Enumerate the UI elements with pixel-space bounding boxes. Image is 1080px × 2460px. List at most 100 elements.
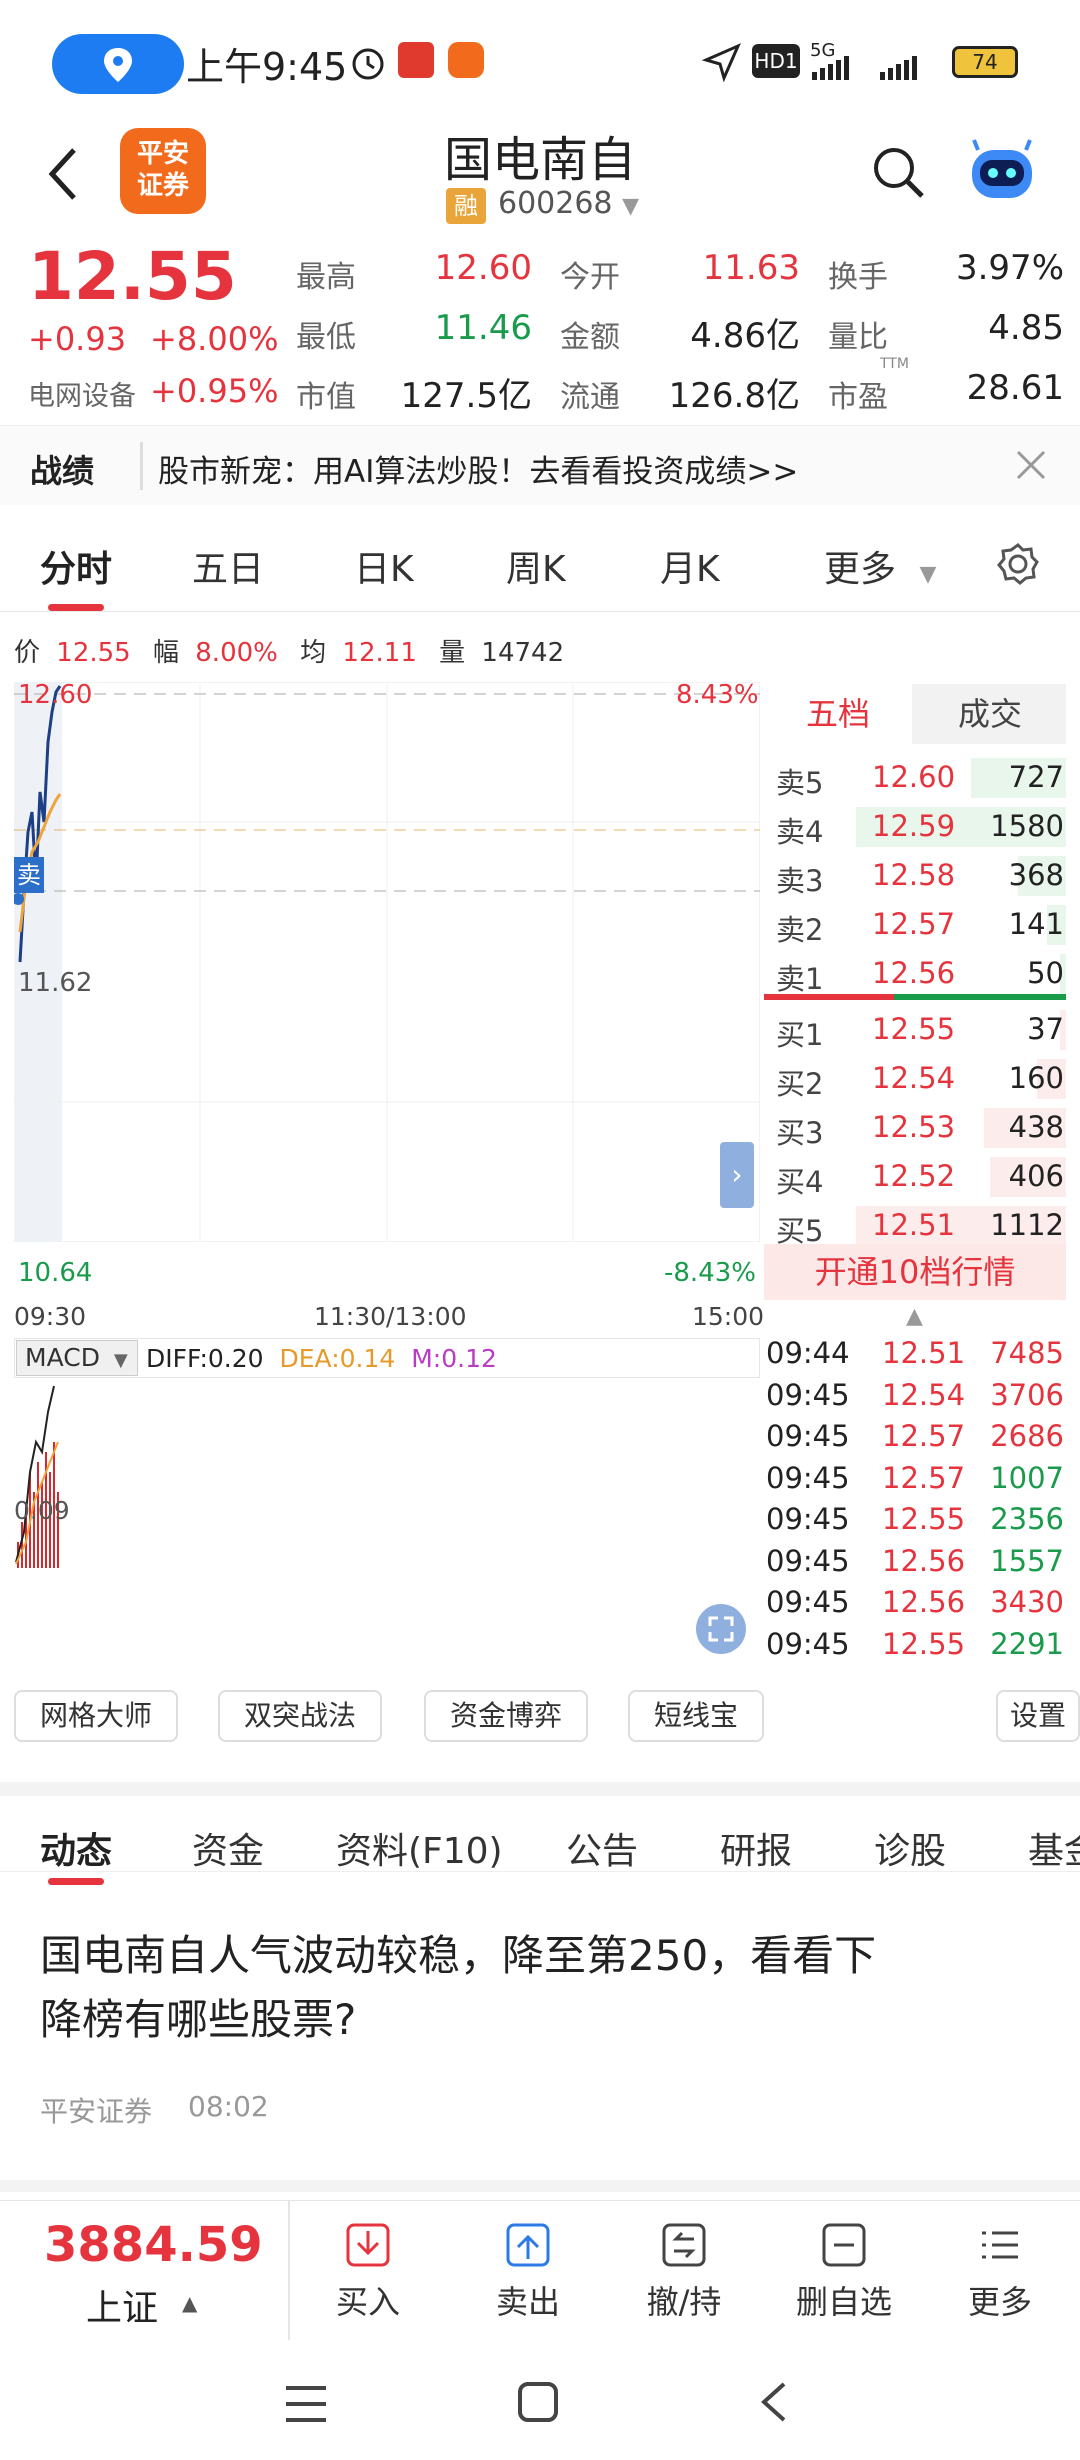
macd-chart[interactable] — [14, 1382, 760, 1572]
trade-volume: 7485 — [990, 1336, 1064, 1370]
ai-robot-icon[interactable] — [964, 134, 1040, 210]
level-label: 买3 — [776, 1116, 824, 1150]
tool-settings[interactable]: 设置 — [996, 1690, 1080, 1742]
index-name[interactable]: 上证 — [86, 2279, 158, 2331]
sector-link[interactable]: 电网设备 — [28, 374, 136, 413]
bid-row[interactable]: 买2 12.54 160 — [764, 1055, 1066, 1103]
tab-f10[interactable]: 资料(F10) — [336, 1822, 503, 1874]
quote-field-label: 最高 — [296, 260, 356, 295]
buy-button[interactable]: 买入 — [308, 2219, 428, 2323]
tab-more-label: 更多 — [824, 549, 897, 590]
tab-weekly-k[interactable]: 周K — [506, 540, 566, 592]
index-value[interactable]: 3884.59 — [44, 2217, 263, 2273]
level-label: 卖1 — [776, 962, 824, 996]
ask-row[interactable]: 卖2 12.57 141 — [764, 901, 1066, 949]
tool-grid-master[interactable]: 网格大师 — [14, 1690, 178, 1742]
ask-row[interactable]: 卖5 12.60 727 — [764, 754, 1066, 802]
promo-banner[interactable]: 战绩 股市新宠：用AI算法炒股！去看看投资成绩>> — [0, 425, 1080, 505]
level-label: 买4 — [776, 1165, 824, 1199]
remove-watchlist-button[interactable]: 删自选 — [784, 2219, 904, 2323]
level-volume: 406 — [1008, 1159, 1064, 1193]
location-pill[interactable] — [52, 34, 184, 94]
trade-volume: 1557 — [990, 1543, 1064, 1578]
level-price: 12.60 — [872, 760, 956, 794]
sector-change: +0.95% — [150, 372, 279, 410]
expand-panel-button[interactable]: › — [720, 1142, 754, 1208]
trade-price: 12.55 — [882, 1626, 966, 1661]
ask-row[interactable]: 卖3 12.58 368 — [764, 852, 1066, 900]
tab-more[interactable]: 更多 ▼ — [824, 540, 936, 592]
tab-fund[interactable]: 基金 — [1028, 1822, 1080, 1874]
info-range-label: 幅 — [152, 638, 179, 668]
tab-announcements[interactable]: 公告 — [566, 1822, 638, 1874]
system-nav-bar — [0, 2340, 1080, 2460]
tab-research[interactable]: 研报 — [720, 1822, 792, 1874]
info-vol-label: 量 — [439, 638, 466, 668]
tab-intraday[interactable]: 分时 — [40, 540, 112, 592]
tool-double-breakout[interactable]: 双突战法 — [218, 1690, 382, 1742]
intraday-chart[interactable]: 卖 — [14, 682, 760, 1242]
section-divider — [0, 2180, 1080, 2192]
trade-time: 09:45 — [766, 1460, 850, 1495]
ask-row[interactable]: 卖1 12.56 50 — [764, 950, 1066, 998]
bid-row[interactable]: 买5 12.51 1112 — [764, 1202, 1066, 1250]
tab-order-book[interactable]: 五档 — [764, 684, 912, 744]
news-time: 08:02 — [188, 2090, 269, 2123]
trade-row: 09:45 12.55 2356 — [764, 1502, 1066, 1542]
trade-time: 09:45 — [766, 1419, 850, 1453]
trade-volume: 2686 — [990, 1419, 1064, 1453]
info-range: 8.00% — [195, 638, 278, 668]
news-item[interactable]: 国电南自人气波动较稳，降至第250，看看下 降榜有哪些股票? — [40, 1924, 1040, 2052]
trade-row: 09:45 12.56 3430 — [764, 1585, 1066, 1625]
macd-selector[interactable]: MACD ▼ — [16, 1340, 138, 1376]
tool-fund-game[interactable]: 资金博弈 — [424, 1690, 588, 1742]
fullscreen-button[interactable] — [696, 1604, 746, 1654]
quote-field-value: 3.97% — [955, 248, 1064, 288]
menu-icon[interactable] — [284, 2384, 328, 2424]
level-price: 12.57 — [872, 907, 956, 941]
home-icon[interactable] — [516, 2380, 560, 2424]
quote-field-label: 量比 — [828, 320, 888, 355]
level-price: 12.59 — [872, 809, 956, 843]
trade-row: 09:44 12.51 7485 — [764, 1336, 1066, 1376]
tab-five-day[interactable]: 五日 — [192, 540, 264, 592]
nav-back-icon[interactable] — [756, 2380, 790, 2424]
banner-divider — [140, 442, 143, 490]
stock-code-dropdown[interactable]: 600268 ▼ — [498, 186, 639, 221]
upgrade-level10-button[interactable]: 开通10档行情 — [764, 1244, 1066, 1300]
intraday-info: 价 12.55 幅 8.00% 均 12.11 量 14742 — [14, 632, 564, 669]
bid-row[interactable]: 买3 12.53 438 — [764, 1104, 1066, 1152]
search-icon[interactable] — [868, 142, 928, 202]
tab-daily-k[interactable]: 日K — [354, 540, 414, 592]
news-tabs: 动态 资金 资料(F10) 公告 研报 诊股 基金 — [0, 1782, 1080, 1885]
more-menu-button[interactable]: 更多 — [940, 2219, 1060, 2323]
ask-row[interactable]: 卖4 12.59 1580 — [764, 803, 1066, 851]
x-axis-mid: 11:30/13:00 — [314, 1302, 467, 1331]
buy-icon — [346, 2223, 390, 2267]
level-volume: 141 — [1008, 907, 1064, 941]
tab-trades[interactable]: 成交 — [914, 684, 1066, 744]
gear-icon[interactable] — [996, 542, 1040, 586]
bid-row[interactable]: 买1 12.55 37 — [764, 1006, 1066, 1054]
tab-news[interactable]: 动态 — [40, 1822, 112, 1874]
cancel-hold-button[interactable]: 撤/持 — [624, 2219, 744, 2323]
caret-up-icon[interactable]: ▲ — [182, 2291, 197, 2315]
fullscreen-icon — [708, 1616, 734, 1642]
level-volume: 37 — [1027, 1012, 1064, 1046]
remove-watchlist-label: 删自选 — [795, 2283, 892, 2321]
tab-diagnosis[interactable]: 诊股 — [874, 1822, 946, 1874]
tool-short-term[interactable]: 短线宝 — [628, 1690, 764, 1742]
location-pin-icon — [104, 48, 132, 82]
sell-button[interactable]: 卖出 — [468, 2219, 588, 2323]
quote-field-value: 28.61 — [966, 368, 1064, 408]
tab-funds[interactable]: 资金 — [192, 1822, 264, 1874]
bid-row[interactable]: 买4 12.52 406 — [764, 1153, 1066, 1201]
price-change-pct: +8.00% — [150, 320, 279, 358]
caret-up-icon[interactable]: ▲ — [906, 1304, 923, 1329]
sell-icon — [506, 2223, 550, 2267]
tab-monthly-k[interactable]: 月K — [660, 540, 720, 592]
quote-panel: 12.55 +0.93 +8.00% 电网设备 +0.95% 最高 12.60 今开… — [0, 238, 1080, 418]
close-icon[interactable] — [1014, 448, 1048, 482]
quote-field-value: 12.60 — [434, 248, 532, 288]
quote-field-label: 市盈 — [828, 380, 888, 415]
